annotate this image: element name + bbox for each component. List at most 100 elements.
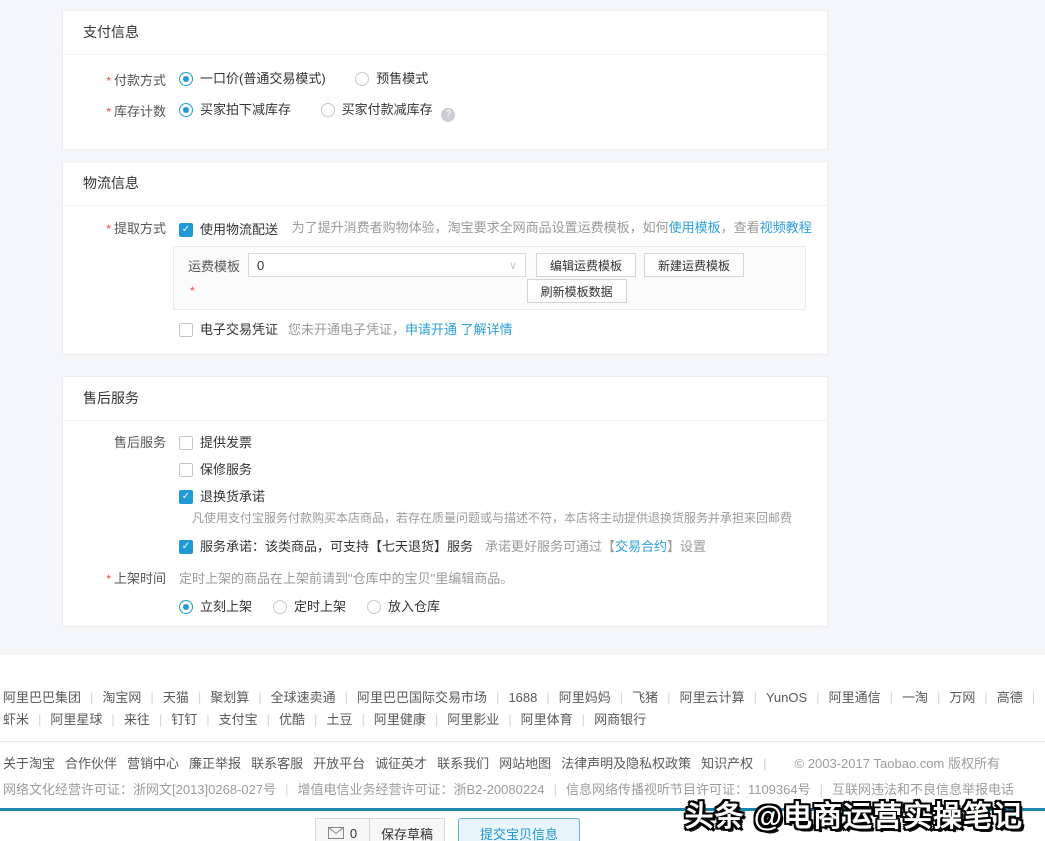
footer-family-link[interactable]: 聚划算 [210, 690, 249, 705]
footer-about-link[interactable]: 开放平台 [313, 756, 365, 771]
footer-about-link[interactable]: 廉正举报 [189, 756, 241, 771]
footer-family-link[interactable]: 阿里健康 [374, 712, 426, 727]
footer-family-link[interactable]: 高德 [997, 690, 1023, 705]
footer-family-link[interactable]: 阿里影业 [447, 712, 499, 727]
separator: | [816, 690, 819, 705]
checkbox-icon [179, 323, 193, 337]
footer-about-link[interactable]: 营销中心 [127, 756, 179, 771]
footer-family-link[interactable]: 阿里星球 [50, 712, 102, 727]
separator: | [582, 712, 585, 727]
video-tutorial-link[interactable]: 视频教程 [760, 220, 812, 235]
edit-freight-template-button[interactable]: 编辑运费模板 [536, 253, 636, 277]
checkbox-warranty[interactable]: 保修服务 [179, 460, 252, 480]
apply-evoucher-link[interactable]: 申请开通 [405, 322, 457, 337]
footer-family-link[interactable]: 阿里通信 [829, 690, 881, 705]
shelf-time-hint: 定时上架的商品在上架前请到"仓库中的宝贝"里编辑商品。 [179, 569, 513, 589]
radio-stock-on-payment[interactable]: 买家付款减库存 [321, 100, 433, 120]
footer-about-link[interactable]: 联系我们 [437, 756, 489, 771]
message-count: 0 [350, 826, 357, 841]
stock-count-row: *库存计数 买家拍下减库存 买家付款减库存 ? [63, 100, 827, 123]
checkbox-returns[interactable]: ✓退换货承诺 [179, 487, 265, 507]
trade-contract-link[interactable]: 交易合约 [615, 539, 667, 554]
footer-family-link[interactable]: 一淘 [902, 690, 928, 705]
required-marker: * [190, 284, 195, 298]
footer-family-link[interactable]: 万网 [949, 690, 975, 705]
radio-icon [273, 600, 287, 614]
radio-icon [179, 72, 193, 86]
footer-family-link[interactable]: 淘宝网 [102, 690, 141, 705]
footer-family-link[interactable]: 阿里云计算 [680, 690, 745, 705]
footer-family-link[interactable]: YunOS [766, 690, 807, 705]
radio-shelf-timed[interactable]: 定时上架 [273, 597, 346, 617]
checkbox-icon: ✓ [179, 540, 193, 554]
radio-shelf-warehouse[interactable]: 放入仓库 [367, 597, 440, 617]
separator: | [38, 712, 41, 727]
refresh-template-button[interactable]: 刷新模板数据 [527, 279, 627, 303]
freight-template-select[interactable]: 0 ∨ [248, 253, 526, 277]
footer-family-link[interactable]: 土豆 [326, 712, 352, 727]
warranty-row: 保修服务 [179, 460, 827, 480]
footer-about-link[interactable]: 知识产权 [701, 756, 753, 771]
footer-family-link[interactable]: 虾米 [3, 712, 29, 727]
evoucher-detail-link[interactable]: 了解详情 [461, 322, 513, 337]
evoucher-hint: 您未开通电子凭证，申请开通 了解详情 [288, 320, 513, 340]
radio-fixed-price[interactable]: 一口价(普通交易模式) [179, 69, 326, 89]
checkbox-use-logistics[interactable]: ✓使用物流配送 [179, 220, 278, 240]
pickup-label: *提取方式 [63, 219, 166, 239]
save-draft-button[interactable]: 保存草稿 [369, 818, 445, 841]
footer-family-link[interactable]: 优酷 [279, 712, 305, 727]
separator: | [314, 712, 317, 727]
returns-row: ✓退换货承诺 [179, 487, 827, 507]
separator: | [890, 690, 893, 705]
footer-family-link[interactable]: 全球速卖通 [271, 690, 336, 705]
checkbox-service-promise[interactable]: ✓服务承诺：该类商品，可支持【七天退货】服务 [179, 537, 473, 557]
license-text: 增值电信业务经营许可证：浙B2-20080224 [297, 782, 544, 797]
checkbox-icon [179, 463, 193, 477]
footer-family-link[interactable]: 钉钉 [171, 712, 197, 727]
radio-icon [179, 600, 193, 614]
shelf-time-label: *上架时间 [63, 569, 166, 589]
separator: | [1032, 690, 1035, 705]
separator: | [159, 712, 162, 727]
radio-stock-on-order[interactable]: 买家拍下减库存 [179, 100, 291, 120]
footer-about-link[interactable]: 法律声明及隐私权政策 [561, 756, 691, 771]
radio-icon [367, 600, 381, 614]
footer-family-link[interactable]: 阿里体育 [521, 712, 573, 727]
radio-presale[interactable]: 预售模式 [355, 69, 428, 89]
footer-family-link[interactable]: 支付宝 [219, 712, 258, 727]
checkbox-invoice[interactable]: 提供发票 [179, 433, 252, 453]
footer-family-link[interactable]: 天猫 [163, 690, 189, 705]
radio-shelf-now[interactable]: 立刻上架 [179, 597, 252, 617]
separator: | [285, 782, 288, 797]
checkbox-icon [179, 436, 193, 450]
footer-family-link[interactable]: 阿里妈妈 [559, 690, 611, 705]
pickup-row: *提取方式 ✓使用物流配送 为了提升消费者购物体验，淘宝要求全网商品设置运费模板… [63, 218, 827, 240]
submit-product-button[interactable]: 提交宝贝信息 [458, 818, 580, 841]
freight-template-label: 运费模板 [188, 256, 240, 275]
watermark-text: 头条 @电商运营实操笔记 [685, 793, 1023, 835]
footer-about-link[interactable]: 网站地图 [499, 756, 551, 771]
footer-family-link[interactable]: 阿里巴巴国际交易市场 [357, 690, 487, 705]
message-count-button[interactable]: 0 [315, 818, 370, 841]
separator: | [90, 690, 93, 705]
separator: | [258, 690, 261, 705]
footer-about-link[interactable]: 关于淘宝 [3, 756, 55, 771]
footer-family-link[interactable]: 网商银行 [594, 712, 646, 727]
separator: | [361, 712, 364, 727]
help-icon[interactable]: ? [441, 108, 455, 122]
footer-about-link[interactable]: 联系客服 [251, 756, 303, 771]
new-freight-template-button[interactable]: 新建运费模板 [644, 253, 744, 277]
checkbox-icon: ✓ [179, 490, 193, 504]
use-template-link[interactable]: 使用模板 [669, 220, 721, 235]
footer-family-link[interactable]: 来往 [124, 712, 150, 727]
evoucher-row: 电子交易凭证 您未开通电子凭证，申请开通 了解详情 [179, 320, 827, 340]
footer-about-link[interactable]: 诚征英才 [375, 756, 427, 771]
footer-family-link[interactable]: 1688 [508, 690, 537, 705]
checkbox-evoucher[interactable]: 电子交易凭证 [179, 320, 278, 340]
footer-family-link[interactable]: 阿里巴巴集团 [3, 690, 81, 705]
invoice-row: 售后服务 提供发票 [63, 433, 827, 453]
radio-icon [179, 103, 193, 117]
footer-family-link[interactable]: 飞猪 [632, 690, 658, 705]
footer-about-link[interactable]: 合作伙伴 [65, 756, 117, 771]
separator: | [984, 690, 987, 705]
